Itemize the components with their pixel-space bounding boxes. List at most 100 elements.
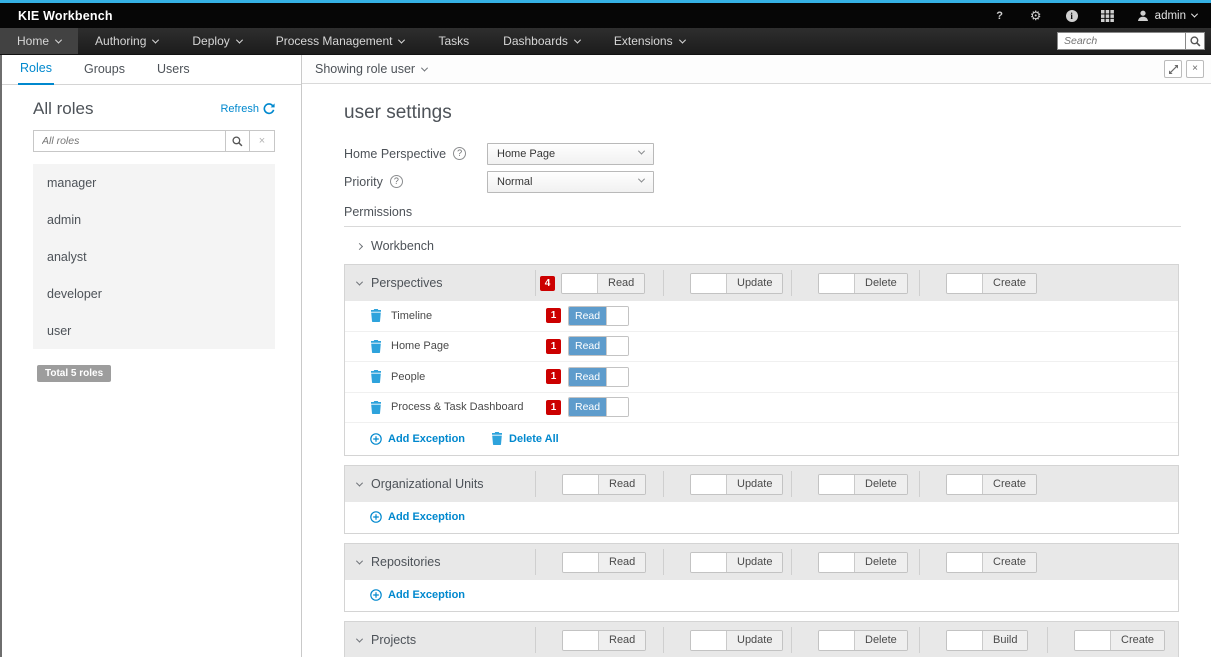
user-name: admin xyxy=(1155,10,1186,22)
role-item-manager[interactable]: manager xyxy=(33,164,275,201)
apps-icon[interactable] xyxy=(1101,9,1115,23)
priority-field: Priority ? Normal xyxy=(344,170,1181,193)
nav-item-label: Dashboards xyxy=(503,34,568,48)
priority-select[interactable]: Normal xyxy=(487,171,654,193)
user-menu[interactable]: admin xyxy=(1137,10,1201,22)
permission-toggle-delete[interactable]: Delete xyxy=(818,630,908,651)
permission-toggle-delete[interactable]: Delete xyxy=(818,474,908,495)
toggle-knob xyxy=(562,274,598,293)
permission-toggle-update[interactable]: Update xyxy=(690,273,783,294)
masthead: KIE Workbench ? ⚙ i admin xyxy=(0,3,1211,28)
toggle-knob xyxy=(691,553,727,572)
exception-count-badge: 4 xyxy=(540,276,555,291)
granted-toggle-read[interactable]: Read xyxy=(568,397,629,417)
nav-item-label: Home xyxy=(17,34,49,48)
role-item-developer[interactable]: developer xyxy=(33,275,275,312)
permission-toggle-update[interactable]: Update xyxy=(690,630,783,651)
nav-item-dashboards[interactable]: Dashboards xyxy=(486,28,597,54)
navbar-search-button[interactable] xyxy=(1185,32,1205,50)
nav-item-extensions[interactable]: Extensions xyxy=(597,28,702,54)
permissions-heading: Permissions xyxy=(344,205,1181,219)
tab-groups[interactable]: Groups xyxy=(82,62,127,84)
nav-item-tasks[interactable]: Tasks xyxy=(421,28,486,54)
permission-toggle-delete[interactable]: Delete xyxy=(818,273,908,294)
nav-item-deploy[interactable]: Deploy xyxy=(175,28,258,54)
section-title: Perspectives xyxy=(371,276,443,290)
toggle-label: Read xyxy=(598,274,644,293)
delete-icon[interactable] xyxy=(370,370,382,383)
nav-item-process-management[interactable]: Process Management xyxy=(259,28,422,54)
help-circle-icon[interactable]: ? xyxy=(453,147,466,160)
toggle-knob xyxy=(691,631,727,650)
home-perspective-label: Home Perspective xyxy=(344,147,446,161)
section-header-perspectives[interactable]: Perspectives 4 Read Update Delete Create xyxy=(345,265,1178,301)
roles-search-button[interactable] xyxy=(225,130,250,152)
chevron-down-icon xyxy=(574,36,581,43)
role-item-analyst[interactable]: analyst xyxy=(33,238,275,275)
permission-toggle-create[interactable]: Create xyxy=(1074,630,1165,651)
permission-column-read: 4 Read xyxy=(536,273,663,294)
section-header-projects[interactable]: Projects Read Update Delete Build Create xyxy=(345,622,1178,657)
tab-users[interactable]: Users xyxy=(155,62,192,84)
granted-toggle-read[interactable]: Read xyxy=(568,336,629,356)
permission-toggle-read[interactable]: Read xyxy=(562,630,646,651)
permission-toggle-create[interactable]: Create xyxy=(946,552,1037,573)
section-header-organizational-units[interactable]: Organizational UnitsReadUpdateDeleteCrea… xyxy=(345,466,1178,502)
total-roles-badge: Total 5 roles xyxy=(37,365,111,382)
permission-toggle-read[interactable]: Read xyxy=(561,273,645,294)
main-panel: Showing role user × user settings Home P… xyxy=(302,55,1211,657)
add-exception-link[interactable]: Add Exception xyxy=(370,433,465,445)
roles-search-clear-button[interactable]: × xyxy=(250,130,275,152)
granted-toggle-read[interactable]: Read xyxy=(568,367,629,387)
nav-item-home[interactable]: Home xyxy=(0,28,78,54)
delete-all-link[interactable]: Delete All xyxy=(491,432,559,445)
delete-icon[interactable] xyxy=(370,309,382,322)
add-exception-link[interactable]: Add Exception xyxy=(370,511,465,523)
close-panel-button[interactable]: × xyxy=(1186,60,1204,78)
section-title: Projects xyxy=(371,633,416,647)
permission-column-delete: Delete xyxy=(792,552,919,573)
permission-toggle-create[interactable]: Create xyxy=(946,273,1037,294)
gear-icon[interactable]: ⚙ xyxy=(1029,9,1043,23)
role-item-user[interactable]: user xyxy=(33,312,275,349)
granted-toggle-read[interactable]: Read xyxy=(568,306,629,326)
add-exception-link[interactable]: Add Exception xyxy=(370,589,465,601)
toggle-knob xyxy=(947,475,983,494)
permission-toggle-read[interactable]: Read xyxy=(562,552,646,573)
info-icon[interactable]: i xyxy=(1065,9,1079,23)
toggle-label: Read xyxy=(599,475,645,494)
showing-role-dropdown[interactable]: Showing role user xyxy=(315,62,427,76)
section-header-repositories[interactable]: RepositoriesReadUpdateDeleteCreate xyxy=(345,544,1178,580)
info-icon-glyph: i xyxy=(1066,10,1078,22)
permission-toggle-update[interactable]: Update xyxy=(690,474,783,495)
sidebar-heading: All roles xyxy=(33,99,93,119)
chevron-down-icon xyxy=(356,557,363,564)
permission-toggle-create[interactable]: Create xyxy=(946,474,1037,495)
role-item-admin[interactable]: admin xyxy=(33,201,275,238)
workbench-collapsed-section[interactable]: Workbench xyxy=(344,227,1179,264)
permission-toggle-build[interactable]: Build xyxy=(946,630,1028,651)
expand-panel-button[interactable] xyxy=(1164,60,1182,78)
refresh-link[interactable]: Refresh xyxy=(220,103,275,115)
chevron-down-icon xyxy=(638,148,645,155)
nav-items: Home AuthoringDeployProcess ManagementTas… xyxy=(0,28,702,54)
showing-role-label: Showing role user xyxy=(315,62,415,76)
help-icon[interactable]: ? xyxy=(993,9,1007,23)
delete-icon[interactable] xyxy=(370,401,382,414)
delete-icon[interactable] xyxy=(491,432,503,445)
help-circle-icon[interactable]: ? xyxy=(390,175,403,188)
nav-item-authoring[interactable]: Authoring xyxy=(78,28,175,54)
main-navbar: Home AuthoringDeployProcess ManagementTas… xyxy=(0,28,1211,55)
permission-toggle-read[interactable]: Read xyxy=(562,474,646,495)
permission-toggle-delete[interactable]: Delete xyxy=(818,552,908,573)
permission-toggle-update[interactable]: Update xyxy=(690,552,783,573)
navbar-search-input[interactable] xyxy=(1057,32,1185,50)
delete-icon[interactable] xyxy=(370,340,382,353)
roles-search-input[interactable] xyxy=(33,130,225,152)
toggle-label: Read xyxy=(569,337,606,355)
tab-roles[interactable]: Roles xyxy=(18,61,54,85)
permission-section-repositories: RepositoriesReadUpdateDeleteCreateAdd Ex… xyxy=(344,543,1179,612)
permission-column-create: Create xyxy=(920,474,1047,495)
app-title: KIE Workbench xyxy=(18,9,113,23)
home-perspective-select[interactable]: Home Page xyxy=(487,143,654,165)
